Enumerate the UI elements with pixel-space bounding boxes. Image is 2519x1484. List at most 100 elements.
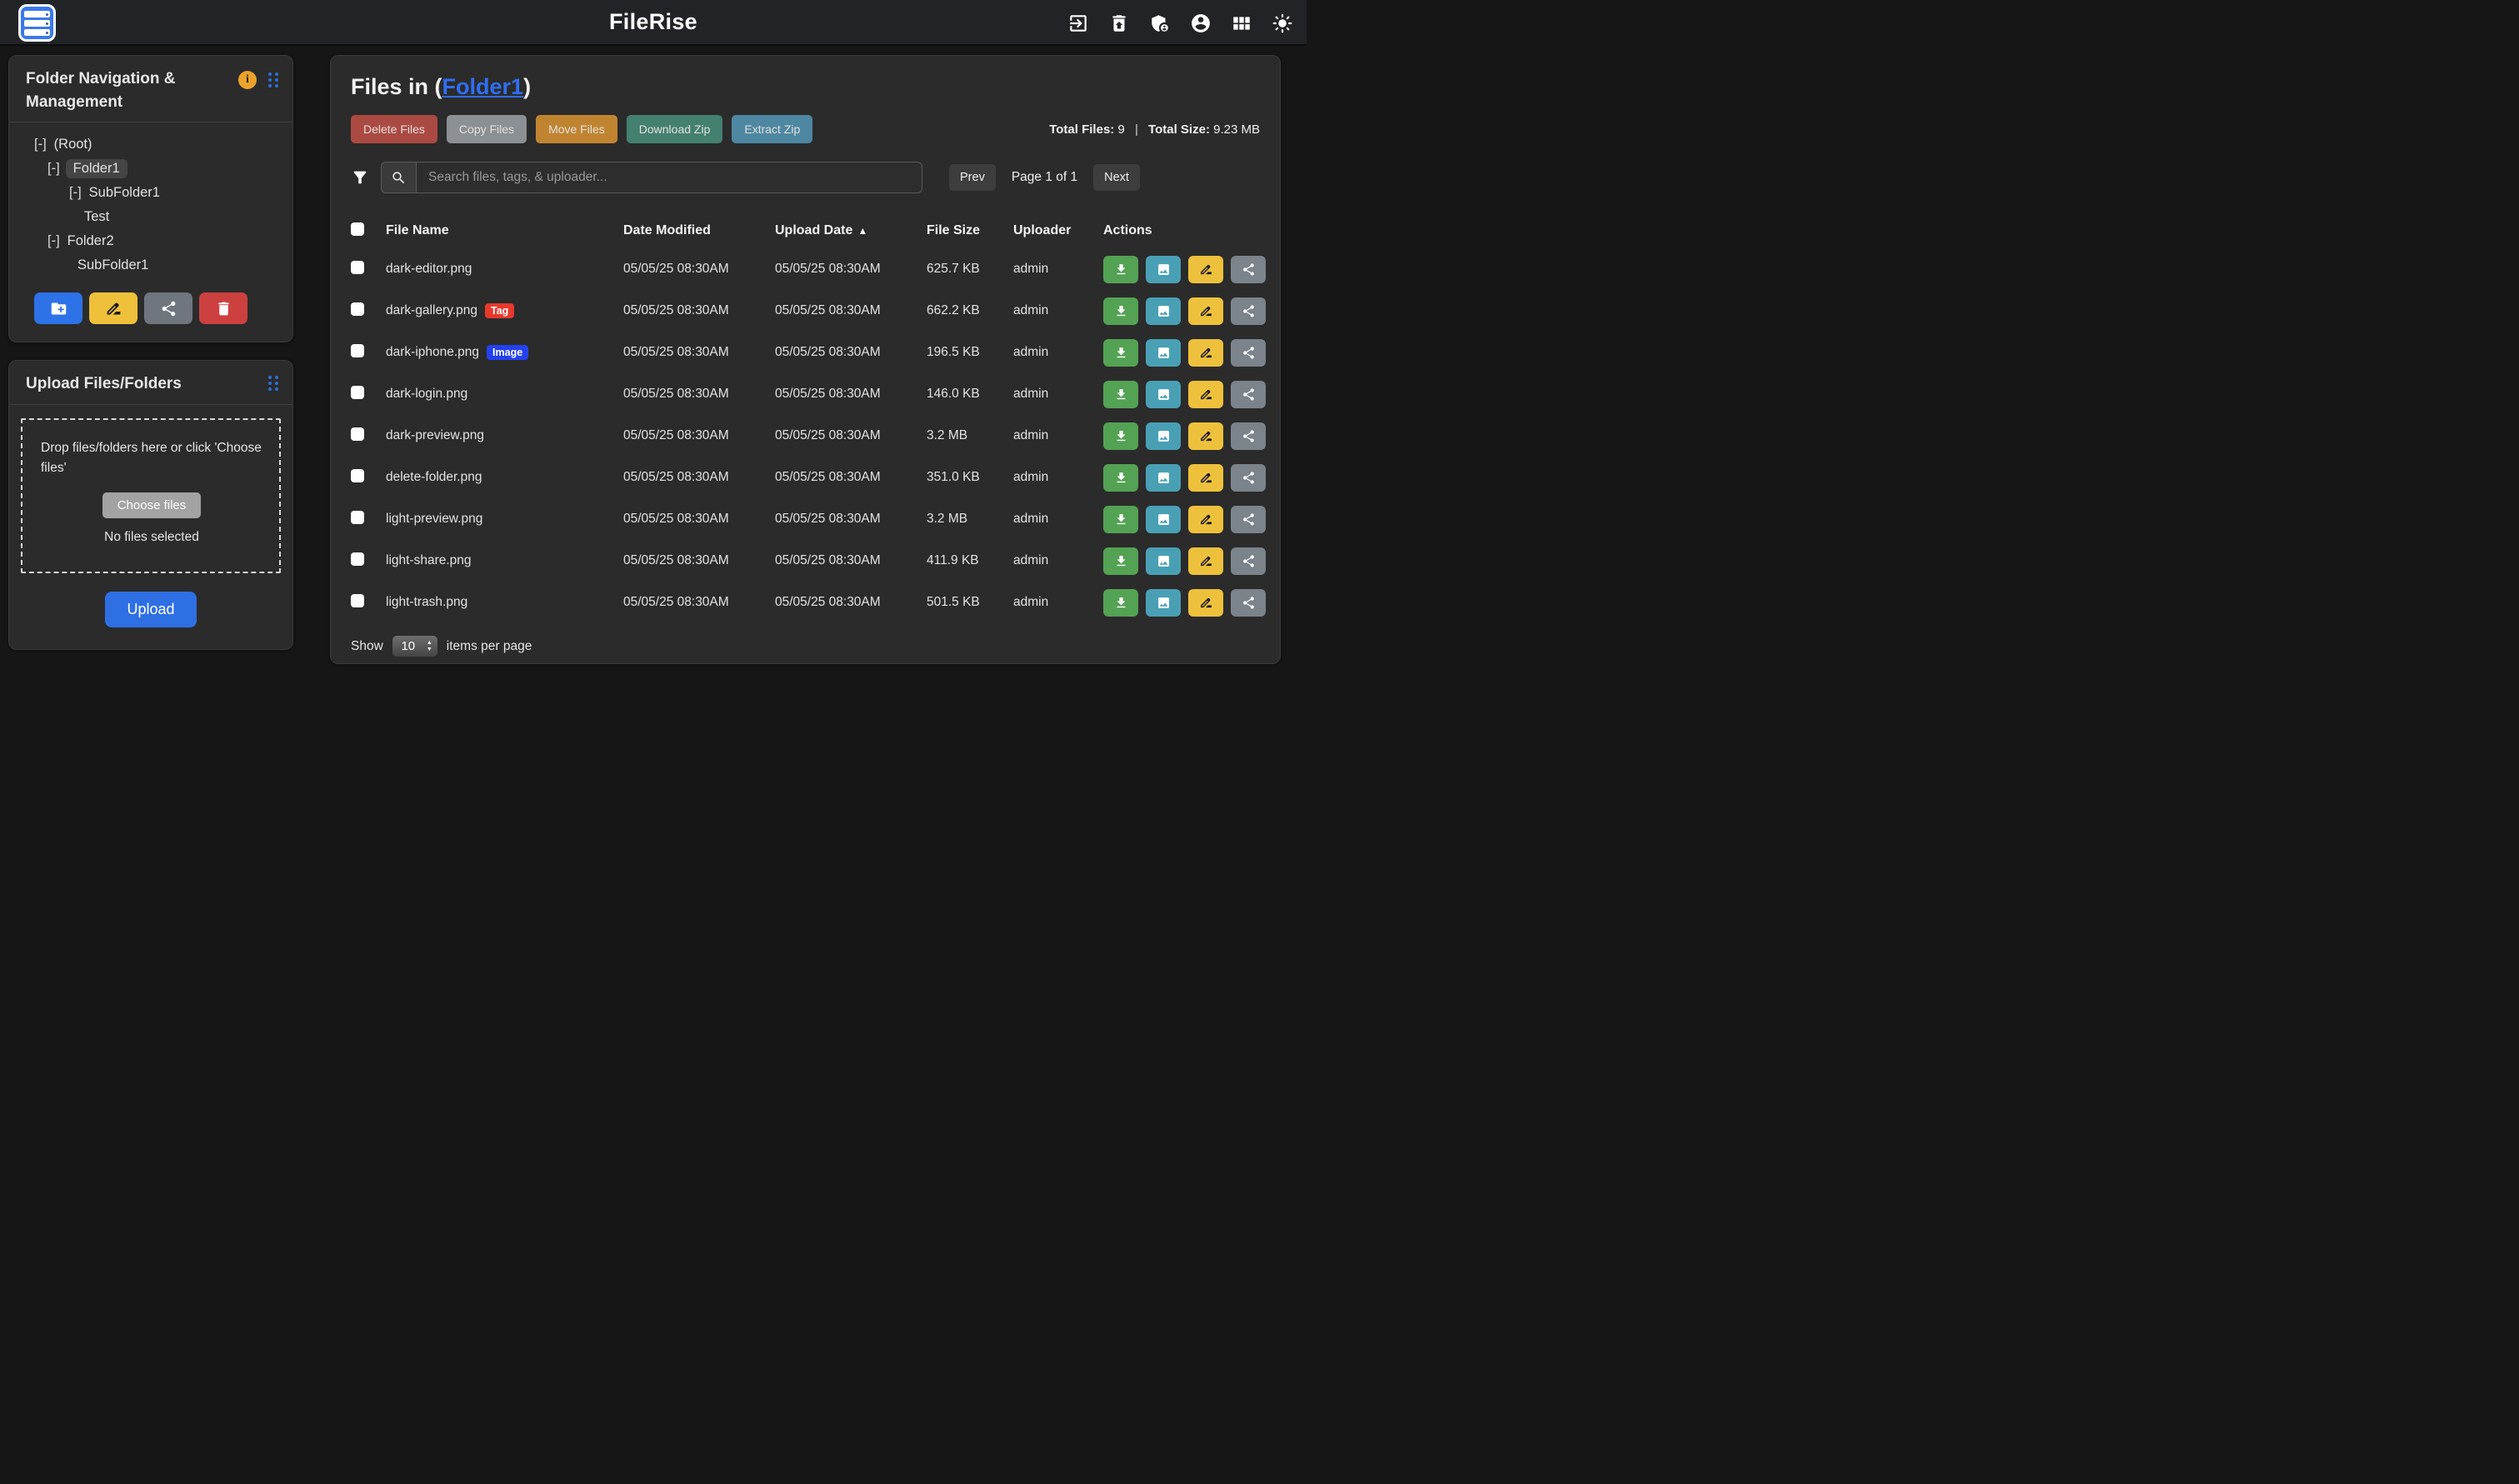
file-name[interactable]: dark-iphone.png xyxy=(386,345,479,360)
folder-label[interactable]: Folder1 xyxy=(66,159,127,178)
copy-files-button[interactable]: Copy Files xyxy=(447,115,527,143)
file-name[interactable]: dark-login.png xyxy=(386,387,467,402)
current-folder-link[interactable]: Folder1 xyxy=(442,74,524,99)
row-checkbox[interactable] xyxy=(351,386,364,399)
share-button[interactable] xyxy=(1231,297,1266,325)
folder-label[interactable]: SubFolder1 xyxy=(87,184,162,202)
column-header-upload-date[interactable]: Upload Date ▲ xyxy=(775,223,927,238)
folder-tree-item[interactable]: [-] Folder1 xyxy=(9,157,292,181)
filter-icon[interactable] xyxy=(351,168,369,187)
edit-button[interactable] xyxy=(1188,297,1223,325)
preview-button[interactable] xyxy=(1146,464,1181,492)
admin-shield-icon[interactable] xyxy=(1149,12,1171,34)
grid-view-icon[interactable] xyxy=(1231,12,1252,34)
folder-label[interactable]: Folder2 xyxy=(66,232,116,250)
info-icon[interactable]: i xyxy=(238,71,257,89)
file-name[interactable]: light-trash.png xyxy=(386,595,467,610)
column-header-date-modified[interactable]: Date Modified xyxy=(623,223,775,238)
row-checkbox[interactable] xyxy=(351,594,364,607)
tree-collapse-toggle[interactable]: [-] xyxy=(47,233,60,249)
share-button[interactable] xyxy=(1231,339,1266,367)
share-button[interactable] xyxy=(1231,381,1266,408)
column-header-file-size[interactable]: File Size xyxy=(927,223,1013,238)
download-zip-button[interactable]: Download Zip xyxy=(627,115,723,143)
file-dropzone[interactable]: Drop files/folders here or click 'Choose… xyxy=(21,418,281,573)
preview-button[interactable] xyxy=(1146,339,1181,367)
row-checkbox[interactable] xyxy=(351,511,364,524)
download-button[interactable] xyxy=(1103,589,1138,617)
edit-button[interactable] xyxy=(1188,339,1223,367)
folder-label[interactable]: SubFolder1 xyxy=(76,257,150,274)
share-button[interactable] xyxy=(1231,589,1266,617)
drag-handle-icon[interactable] xyxy=(268,72,279,87)
select-all-checkbox[interactable] xyxy=(351,222,364,236)
tree-collapse-toggle[interactable]: [-] xyxy=(34,137,47,152)
move-files-button[interactable]: Move Files xyxy=(536,115,617,143)
next-page-button[interactable]: Next xyxy=(1093,164,1140,191)
rename-folder-button[interactable] xyxy=(89,292,137,324)
row-checkbox[interactable] xyxy=(351,469,364,482)
tree-collapse-toggle[interactable]: [-] xyxy=(69,185,82,201)
folder-tree-item[interactable]: SubFolder1 xyxy=(9,253,292,277)
row-checkbox[interactable] xyxy=(351,344,364,357)
items-per-page-select[interactable]: 10 ▲▼ xyxy=(392,635,438,657)
drag-handle-icon[interactable] xyxy=(268,376,279,391)
download-button[interactable] xyxy=(1103,297,1138,325)
prev-page-button[interactable]: Prev xyxy=(949,164,996,191)
edit-button[interactable] xyxy=(1188,256,1223,283)
tree-collapse-toggle[interactable]: [-] xyxy=(47,161,60,177)
search-input[interactable] xyxy=(416,162,922,193)
file-name[interactable]: light-share.png xyxy=(386,553,472,568)
restore-trash-icon[interactable] xyxy=(1108,12,1130,34)
row-checkbox[interactable] xyxy=(351,261,364,274)
download-button[interactable] xyxy=(1103,506,1138,533)
preview-button[interactable] xyxy=(1146,256,1181,283)
file-name[interactable]: dark-editor.png xyxy=(386,262,472,277)
create-folder-button[interactable] xyxy=(34,292,82,324)
preview-button[interactable] xyxy=(1146,589,1181,617)
preview-button[interactable] xyxy=(1146,506,1181,533)
upload-button[interactable]: Upload xyxy=(105,592,196,627)
row-checkbox[interactable] xyxy=(351,427,364,441)
share-folder-button[interactable] xyxy=(144,292,192,324)
download-button[interactable] xyxy=(1103,464,1138,492)
edit-button[interactable] xyxy=(1188,381,1223,408)
folder-tree-item[interactable]: Test xyxy=(9,205,292,229)
edit-button[interactable] xyxy=(1188,464,1223,492)
delete-folder-button[interactable] xyxy=(199,292,247,324)
folder-label[interactable]: Test xyxy=(82,208,111,226)
download-button[interactable] xyxy=(1103,547,1138,575)
folder-tree-item[interactable]: [-] Folder2 xyxy=(9,229,292,253)
preview-button[interactable] xyxy=(1146,297,1181,325)
folder-tree-item[interactable]: [-] SubFolder1 xyxy=(9,181,292,205)
file-name[interactable]: dark-gallery.png xyxy=(386,303,477,318)
column-header-uploader[interactable]: Uploader xyxy=(1013,223,1103,238)
account-icon[interactable] xyxy=(1190,12,1212,34)
download-button[interactable] xyxy=(1103,381,1138,408)
share-button[interactable] xyxy=(1231,422,1266,450)
file-name[interactable]: delete-folder.png xyxy=(386,470,482,485)
download-button[interactable] xyxy=(1103,422,1138,450)
preview-button[interactable] xyxy=(1146,547,1181,575)
edit-button[interactable] xyxy=(1188,589,1223,617)
light-mode-icon[interactable] xyxy=(1272,12,1293,34)
preview-button[interactable] xyxy=(1146,422,1181,450)
file-name[interactable]: light-preview.png xyxy=(386,512,482,527)
row-checkbox[interactable] xyxy=(351,302,364,316)
download-button[interactable] xyxy=(1103,339,1138,367)
edit-button[interactable] xyxy=(1188,506,1223,533)
column-header-file-name[interactable]: File Name xyxy=(386,223,623,238)
folder-label[interactable]: (Root) xyxy=(52,136,94,153)
edit-button[interactable] xyxy=(1188,547,1223,575)
edit-button[interactable] xyxy=(1188,422,1223,450)
share-button[interactable] xyxy=(1231,256,1266,283)
preview-button[interactable] xyxy=(1146,381,1181,408)
row-checkbox[interactable] xyxy=(351,552,364,566)
delete-files-button[interactable]: Delete Files xyxy=(351,115,437,143)
share-button[interactable] xyxy=(1231,464,1266,492)
folder-tree-item[interactable]: [-] (Root) xyxy=(9,132,292,157)
file-name[interactable]: dark-preview.png xyxy=(386,428,484,443)
share-button[interactable] xyxy=(1231,547,1266,575)
extract-zip-button[interactable]: Extract Zip xyxy=(732,115,812,143)
choose-files-button[interactable]: Choose files xyxy=(102,492,202,518)
